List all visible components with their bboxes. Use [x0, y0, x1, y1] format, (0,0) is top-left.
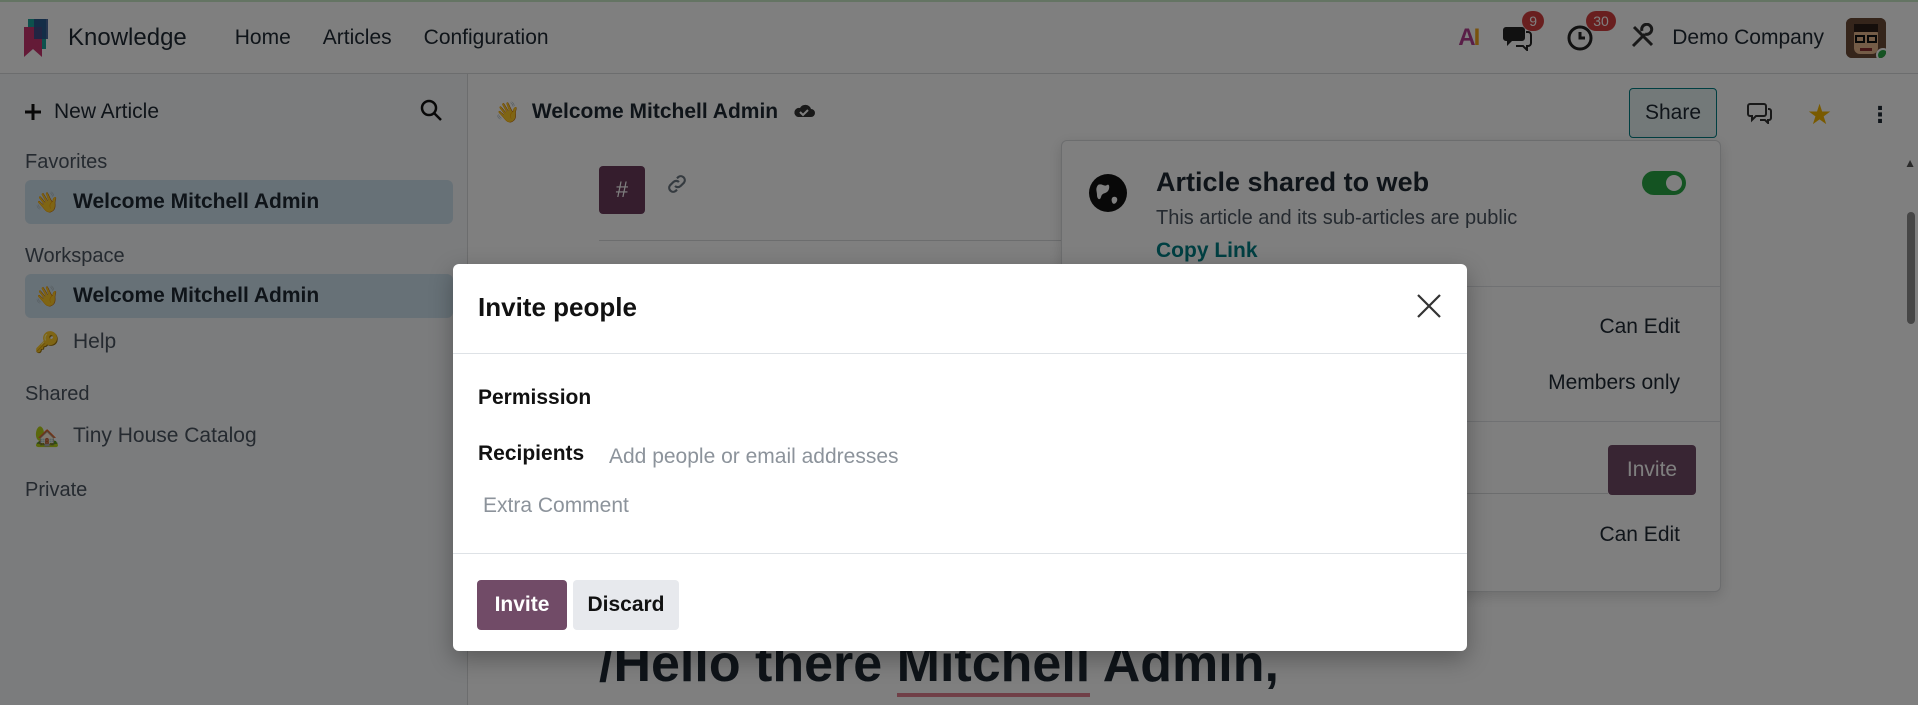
permission-label: Permission — [478, 386, 592, 409]
dialog-footer: Invite Discard — [453, 554, 1467, 650]
close-icon[interactable] — [1413, 290, 1445, 322]
dialog-header: Invite people — [453, 264, 1467, 354]
dialog-title: Invite people — [478, 292, 637, 322]
dialog-body: Permission Recipients — [453, 354, 1467, 554]
recipients-input[interactable] — [609, 440, 1429, 474]
extra-comment-field[interactable] — [483, 494, 1433, 534]
recipients-label: Recipients — [478, 442, 585, 465]
invite-people-dialog: Invite people Permission Recipients Invi… — [453, 264, 1467, 651]
discard-button[interactable]: Discard — [573, 580, 679, 630]
invite-button[interactable]: Invite — [477, 580, 567, 630]
